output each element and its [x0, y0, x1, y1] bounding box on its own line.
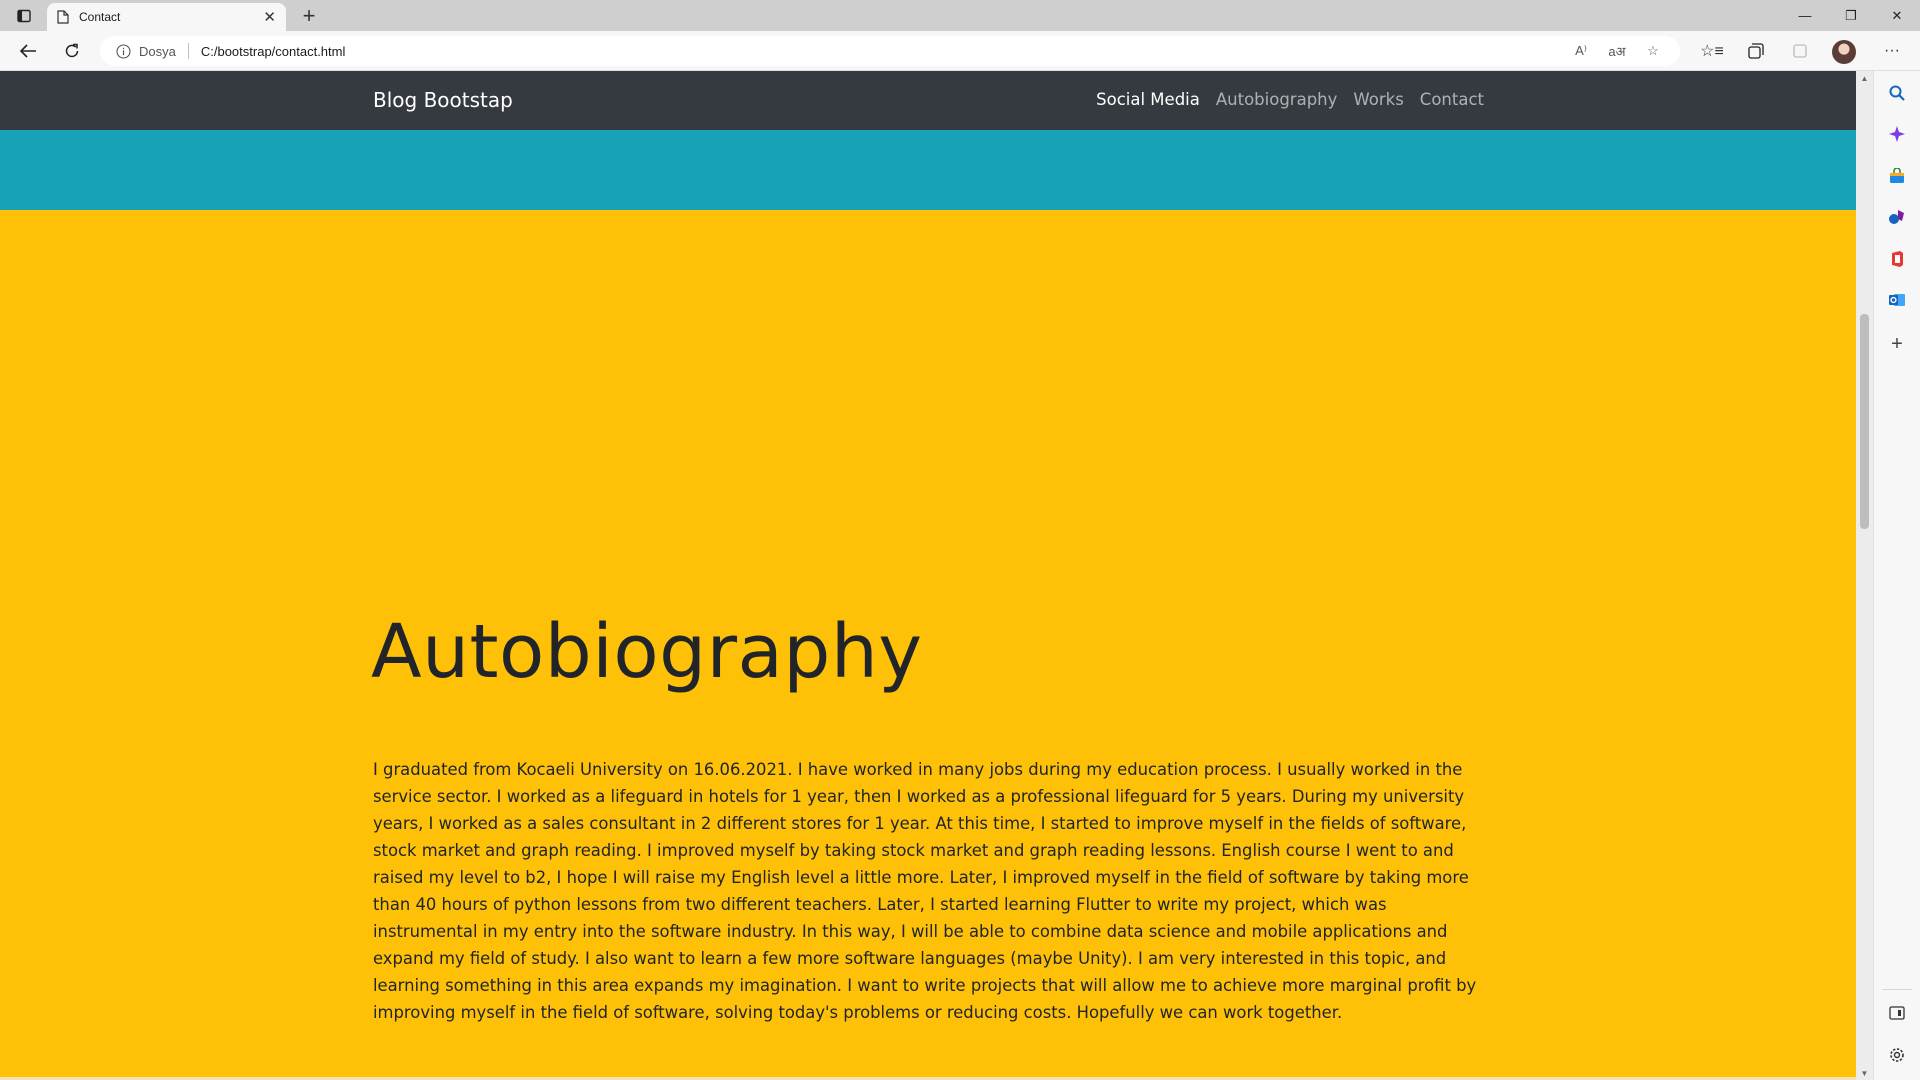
extensions-button[interactable] — [1784, 35, 1816, 67]
tab-close-icon[interactable]: ✕ — [263, 8, 276, 26]
sidebar-divider — [1882, 989, 1912, 990]
browser-toolbar: Dosya C:/bootstrap/contact.html A⁾ aअ ☆ … — [0, 31, 1920, 71]
more-menu-button[interactable]: ··· — [1876, 35, 1908, 67]
minimize-button[interactable]: — — [1782, 0, 1828, 31]
read-aloud-icon[interactable]: A⁾ — [1568, 38, 1594, 64]
games-icon[interactable] — [1885, 205, 1909, 229]
nav-links: Social Media Autobiography Works Contact — [1096, 90, 1484, 109]
url-text[interactable]: C:/bootstrap/contact.html — [201, 44, 346, 59]
tab-actions-button[interactable] — [10, 5, 38, 27]
scroll-down-icon[interactable]: ▼ — [1856, 1066, 1873, 1080]
outlook-icon[interactable] — [1885, 288, 1909, 312]
navbar-brand[interactable]: Blog Bootstap — [373, 88, 513, 112]
plus-icon: + — [302, 3, 316, 28]
restore-button[interactable]: ❐ — [1828, 0, 1874, 31]
scrollbar-thumb[interactable] — [1860, 314, 1869, 529]
settings-icon[interactable] — [1885, 1043, 1909, 1067]
site-navbar: Blog Bootstap Social Media Autobiography… — [0, 71, 1856, 130]
address-separator — [187, 43, 189, 59]
collections-button[interactable] — [1740, 35, 1772, 67]
nav-link-social-media[interactable]: Social Media — [1096, 90, 1200, 109]
close-window-button[interactable]: ✕ — [1874, 0, 1920, 31]
ellipsis-icon: ··· — [1884, 42, 1900, 59]
page-viewport: Blog Bootstap Social Media Autobiography… — [0, 71, 1856, 1080]
site-info-label[interactable]: Dosya — [139, 44, 176, 59]
address-bar-actions: A⁾ aअ ☆ — [1568, 36, 1666, 66]
page-scrollbar[interactable]: ▲ ▼ — [1856, 71, 1873, 1080]
back-button[interactable] — [12, 35, 44, 67]
page-icon — [57, 10, 69, 24]
browser-tab[interactable]: Contact ✕ — [47, 3, 286, 31]
sidebar-toggle-icon[interactable] — [1885, 1001, 1909, 1025]
add-favorite-icon[interactable]: ☆ — [1640, 38, 1666, 64]
extensions-icon — [1793, 44, 1807, 58]
shopping-icon[interactable] — [1885, 164, 1909, 188]
tab-actions-icon — [17, 9, 31, 23]
back-arrow-icon — [19, 44, 36, 58]
autobiography-paragraph: I graduated from Kocaeli University on 1… — [373, 760, 1477, 1022]
collections-icon — [1748, 43, 1764, 59]
profile-avatar[interactable] — [1832, 40, 1856, 64]
address-bar[interactable]: Dosya C:/bootstrap/contact.html A⁾ aअ ☆ — [100, 36, 1680, 66]
restore-icon: ❐ — [1845, 7, 1857, 23]
refresh-icon — [65, 43, 79, 58]
tab-strip: Contact ✕ + — ❐ ✕ — [0, 0, 1920, 31]
translate-icon[interactable]: aअ — [1604, 38, 1630, 64]
search-icon[interactable] — [1885, 81, 1909, 105]
edge-sidebar: + — [1873, 71, 1920, 1080]
refresh-button[interactable] — [56, 35, 88, 67]
scroll-up-icon[interactable]: ▲ — [1856, 71, 1873, 85]
copilot-icon[interactable] — [1885, 122, 1909, 146]
window-controls: — ❐ ✕ — [1782, 0, 1920, 31]
info-icon[interactable] — [116, 43, 131, 59]
new-tab-button[interactable]: + — [296, 3, 322, 29]
nav-link-contact[interactable]: Contact — [1420, 90, 1484, 109]
favorites-button[interactable]: ☆≡ — [1696, 35, 1728, 67]
info-band — [0, 130, 1856, 210]
nav-link-works[interactable]: Works — [1353, 90, 1403, 109]
favorites-icon: ☆≡ — [1700, 43, 1724, 60]
minimize-icon: — — [1798, 8, 1812, 23]
add-icon[interactable]: + — [1885, 332, 1909, 356]
close-icon: ✕ — [1891, 7, 1903, 23]
tab-title: Contact — [79, 10, 121, 24]
nav-link-autobiography[interactable]: Autobiography — [1216, 90, 1338, 109]
section-heading: Autobiography — [371, 609, 923, 695]
office-icon[interactable] — [1885, 247, 1909, 271]
